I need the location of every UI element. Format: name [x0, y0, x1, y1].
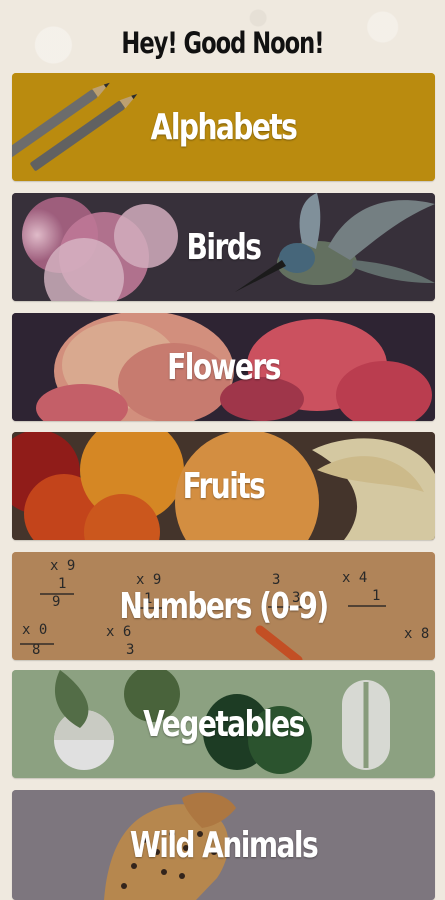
category-label: Alphabets — [150, 106, 298, 148]
category-card-numbers[interactable]: x 9 1 9 x 0 8 x 9 1 x 6 3 3 3 x 4 1 x 8 — [12, 552, 435, 660]
category-card-fruits[interactable]: Fruits — [12, 432, 435, 540]
category-label: Birds — [186, 226, 262, 268]
home-screen: Hey! Good Noon! Alphabets Birds Flowers … — [0, 0, 445, 900]
greeting-title: Hey! Good Noon! — [121, 26, 324, 60]
category-label: Flowers — [167, 346, 281, 388]
category-card-vegetables[interactable]: Vegetables — [12, 670, 435, 778]
category-label: Fruits — [182, 465, 266, 507]
category-card-wild-animals[interactable]: Wild Animals — [12, 790, 435, 900]
category-label: Vegetables — [143, 703, 305, 745]
category-label: Numbers (0-9) — [119, 585, 329, 627]
category-card-birds[interactable]: Birds — [12, 193, 435, 301]
category-label: Wild Animals — [129, 824, 319, 866]
category-card-flowers[interactable]: Flowers — [12, 313, 435, 421]
category-card-alphabets[interactable]: Alphabets — [12, 73, 435, 181]
